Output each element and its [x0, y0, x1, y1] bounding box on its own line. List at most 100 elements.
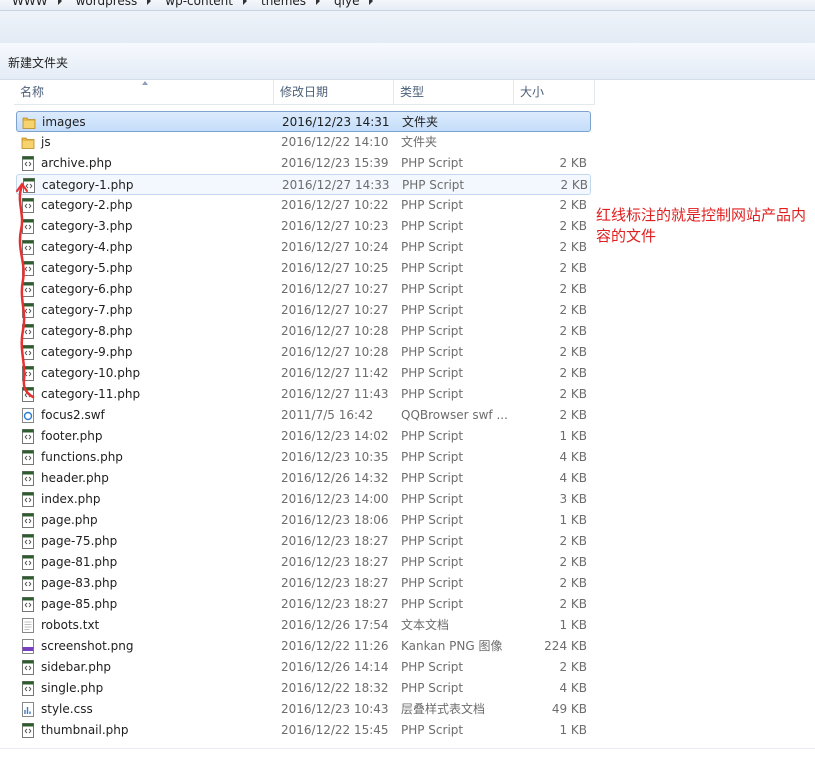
file-type: PHP Script	[401, 219, 464, 233]
chevron-right-icon[interactable]	[57, 0, 62, 5]
file-row[interactable]: category-2.php 2016/12/27 10:22 PHP Script…	[16, 195, 591, 216]
file-date: 2016/12/27 11:42	[281, 366, 389, 380]
file-row[interactable]: page-75.php 2016/12/23 18:27 PHP Script 2 K…	[16, 531, 591, 552]
file-row[interactable]: page.php 2016/12/23 18:06 PHP Script 1 KB	[16, 510, 591, 531]
chevron-right-icon[interactable]	[316, 0, 321, 5]
address-bar[interactable]: WWW wordpress wp-content themes qiye	[0, 0, 815, 11]
file-row[interactable]: page-83.php 2016/12/23 18:27 PHP Script 2 K…	[16, 573, 591, 594]
new-folder-button[interactable]: 新建文件夹	[8, 54, 68, 71]
file-name: index.php	[41, 492, 101, 506]
file-name: page-83.php	[41, 576, 118, 590]
file-name: single.php	[41, 681, 104, 695]
file-row[interactable]: js 2016/12/22 14:10 文件夹	[16, 132, 591, 153]
file-size: 2 KB	[559, 534, 587, 548]
php-file-icon	[21, 534, 35, 549]
file-type: PHP Script	[401, 345, 464, 359]
breadcrumb-item[interactable]: themes	[261, 0, 306, 8]
column-header-size[interactable]: 大小	[514, 80, 595, 104]
file-row[interactable]: category-3.php 2016/12/27 10:23 PHP Script…	[16, 216, 591, 237]
file-date: 2016/12/23 10:43	[281, 702, 389, 716]
file-row[interactable]: header.php 2016/12/26 14:32 PHP Script 4 KB	[16, 468, 591, 489]
file-row[interactable]: style.css 2016/12/23 10:43 层叠样式表文档 49 KB	[16, 699, 591, 720]
file-row[interactable]: page-85.php 2016/12/23 18:27 PHP Script 2 K…	[16, 594, 591, 615]
file-row[interactable]: category-6.php 2016/12/27 10:27 PHP Script…	[16, 279, 591, 300]
file-date: 2016/12/23 18:27	[281, 534, 389, 548]
file-size: 2 KB	[559, 555, 587, 569]
file-row[interactable]: category-9.php 2016/12/27 10:28 PHP Script…	[16, 342, 591, 363]
php-file-icon	[21, 366, 35, 381]
file-date: 2016/12/27 10:28	[281, 324, 389, 338]
column-header-date[interactable]: 修改日期	[274, 80, 394, 104]
file-type: PHP Script	[401, 366, 464, 380]
file-row[interactable]: page-81.php 2016/12/23 18:27 PHP Script 2 K…	[16, 552, 591, 573]
file-row[interactable]: footer.php 2016/12/23 14:02 PHP Script 1 KB	[16, 426, 591, 447]
file-row[interactable]: category-11.php 2016/12/27 11:43 PHP Scrip…	[16, 384, 591, 405]
file-date: 2016/12/27 10:27	[281, 282, 389, 296]
file-name: category-3.php	[41, 219, 133, 233]
file-type: PHP Script	[401, 240, 464, 254]
php-file-icon	[21, 282, 35, 297]
file-name: focus2.swf	[41, 408, 105, 422]
file-row[interactable]: archive.php 2016/12/23 15:39 PHP Script 2 K…	[16, 153, 591, 174]
file-name: category-7.php	[41, 303, 133, 317]
file-date: 2016/12/23 18:27	[281, 597, 389, 611]
file-type: PHP Script	[401, 723, 464, 737]
file-size: 4 KB	[559, 681, 587, 695]
breadcrumb-item[interactable]: WWW	[12, 0, 48, 8]
php-file-icon	[21, 576, 35, 591]
file-row[interactable]: category-4.php 2016/12/27 10:24 PHP Script…	[16, 237, 591, 258]
file-row[interactable]: robots.txt 2016/12/26 17:54 文本文档 1 KB	[16, 615, 591, 636]
php-file-icon	[21, 429, 35, 444]
file-name: style.css	[41, 702, 93, 716]
file-date: 2016/12/27 14:33	[282, 178, 390, 192]
file-type: PHP Script	[401, 282, 464, 296]
file-date: 2016/12/22 18:32	[281, 681, 389, 695]
file-row[interactable]: images 2016/12/23 14:31 文件夹	[16, 111, 591, 132]
breadcrumb-item[interactable]: wp-content	[165, 0, 233, 8]
file-name: thumbnail.php	[41, 723, 129, 737]
column-header-type[interactable]: 类型	[394, 80, 514, 104]
php-file-icon	[21, 513, 35, 528]
file-row[interactable]: sidebar.php 2016/12/26 14:14 PHP Script 2 K…	[16, 657, 591, 678]
file-row[interactable]: functions.php 2016/12/23 10:35 PHP Script 4…	[16, 447, 591, 468]
file-row[interactable]: category-10.php 2016/12/27 11:42 PHP Scrip…	[16, 363, 591, 384]
php-file-icon	[21, 492, 35, 507]
file-row[interactable]: category-8.php 2016/12/27 10:28 PHP Script…	[16, 321, 591, 342]
file-date: 2016/12/27 10:25	[281, 261, 389, 275]
file-name: archive.php	[41, 156, 112, 170]
file-name: category-8.php	[41, 324, 133, 338]
file-date: 2016/12/23 18:06	[281, 513, 389, 527]
php-file-icon	[21, 261, 35, 276]
file-row[interactable]: category-1.php 2016/12/27 14:33 PHP Script…	[16, 174, 591, 195]
breadcrumb-item[interactable]: wordpress	[76, 0, 138, 8]
chevron-right-icon[interactable]	[243, 0, 247, 5]
file-row[interactable]: category-7.php 2016/12/27 10:27 PHP Script…	[16, 300, 591, 321]
file-row[interactable]: screenshot.png 2016/12/22 11:26 Kankan PNG…	[16, 636, 591, 657]
annotation-note: 红线标注的就是控制网站产品内容的文件	[596, 206, 807, 245]
file-type: PHP Script	[401, 303, 464, 317]
chevron-right-icon[interactable]	[369, 0, 374, 5]
file-row[interactable]: single.php 2016/12/22 18:32 PHP Script 4 KB	[16, 678, 591, 699]
file-size: 2 KB	[559, 366, 587, 380]
file-type: PHP Script	[401, 261, 464, 275]
file-name: screenshot.png	[41, 639, 134, 653]
file-type: PHP Script	[401, 198, 464, 212]
file-size: 2 KB	[559, 219, 587, 233]
file-date: 2016/12/27 10:24	[281, 240, 389, 254]
file-row[interactable]: category-5.php 2016/12/27 10:25 PHP Script…	[16, 258, 591, 279]
breadcrumb-item[interactable]: qiye	[334, 0, 359, 8]
file-type: PHP Script	[401, 156, 464, 170]
file-row[interactable]: index.php 2016/12/23 14:00 PHP Script 3 KB	[16, 489, 591, 510]
file-name: sidebar.php	[41, 660, 112, 674]
file-type: PHP Script	[401, 660, 464, 674]
file-type: PHP Script	[401, 387, 464, 401]
file-row[interactable]: thumbnail.php 2016/12/22 15:45 PHP Script 1…	[16, 720, 591, 741]
php-file-icon	[21, 156, 35, 171]
file-row[interactable]: focus2.swf 2011/7/5 16:42 QQBrowser swf ..…	[16, 405, 591, 426]
chevron-right-icon[interactable]	[147, 0, 152, 5]
file-type: PHP Script	[401, 576, 464, 590]
file-date: 2016/12/22 14:10	[281, 135, 389, 149]
file-type: PHP Script	[401, 534, 464, 548]
php-file-icon	[21, 387, 35, 402]
file-size: 2 KB	[559, 198, 587, 212]
